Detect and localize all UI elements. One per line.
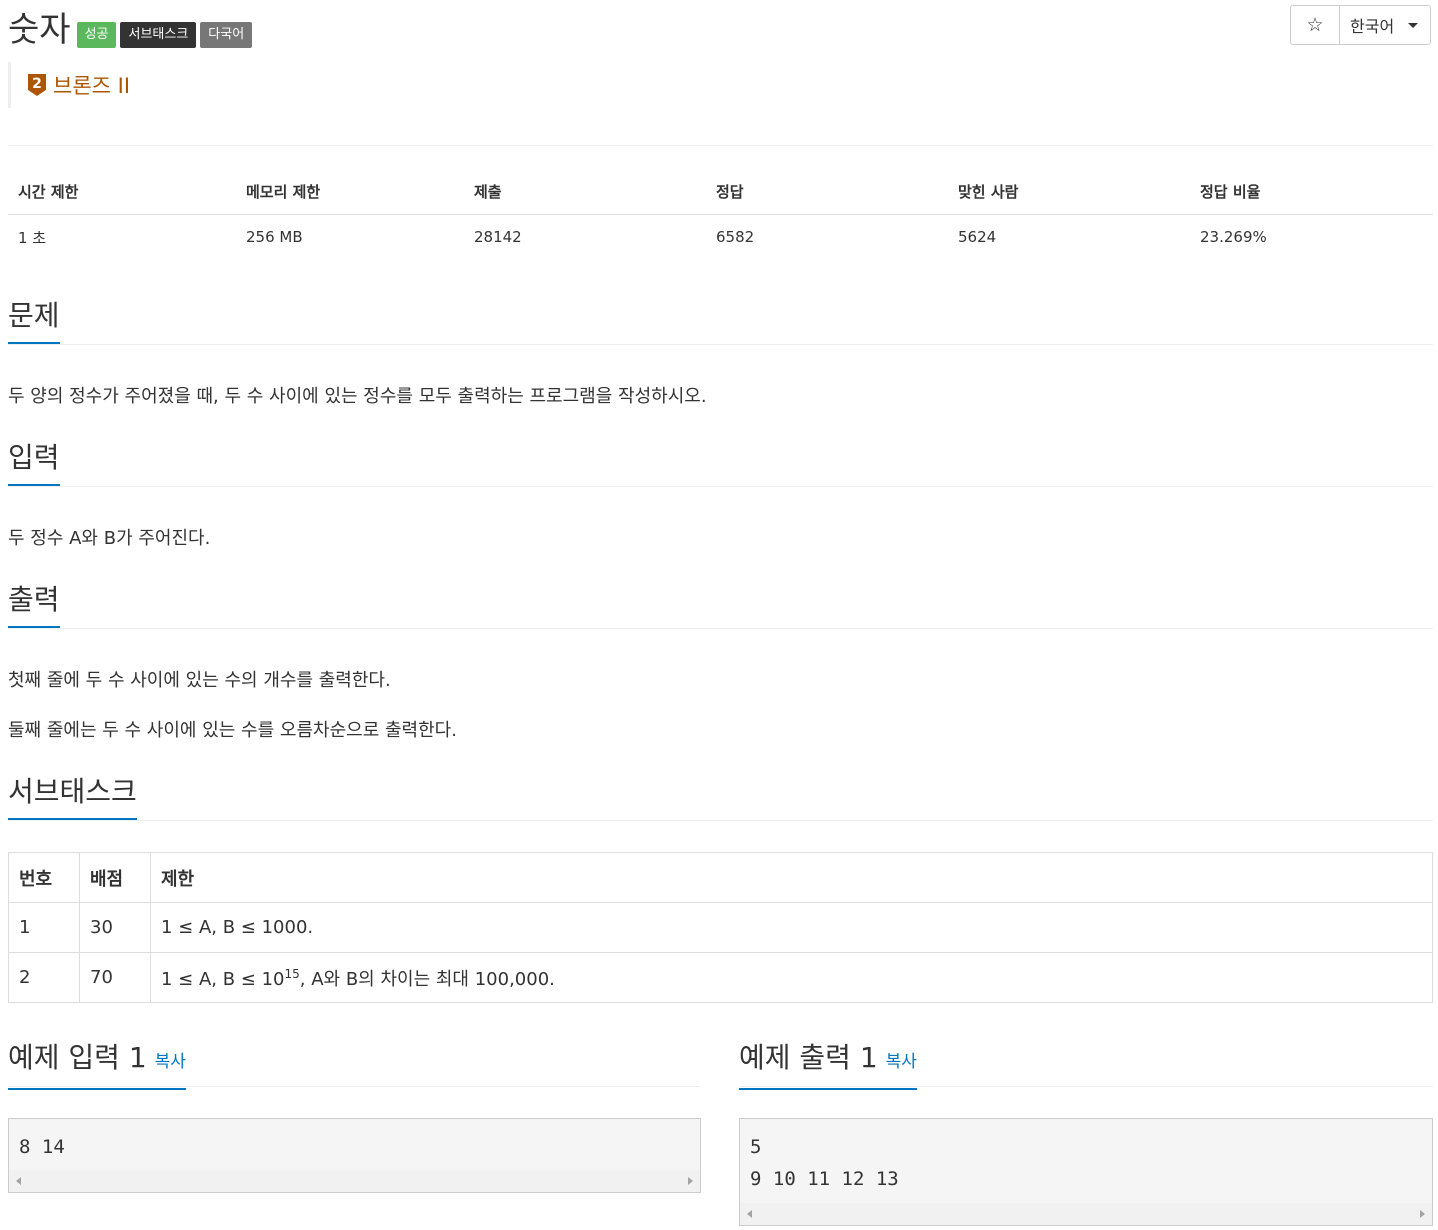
section-sample-input: 예제 입력 1 복사: [8, 1038, 700, 1090]
info-header-row: 시간 제한 메모리 제한 제출 정답 맞힌 사람 정답 비율: [8, 168, 1433, 215]
problem-title: 숫자: [8, 10, 71, 50]
language-dropdown[interactable]: 한국어: [1339, 5, 1431, 45]
svg-text:2: 2: [32, 76, 42, 92]
copy-sample-output-button[interactable]: 복사: [886, 1052, 917, 1072]
subtask-header-score: 배점: [79, 852, 151, 903]
section-headline: 예제 입력 1 복사: [8, 1038, 700, 1090]
copy-sample-input-button[interactable]: 복사: [155, 1052, 186, 1072]
info-accepted: 6582: [716, 228, 755, 246]
subtask-limit-pre: 1 ≤ A, B ≤ 10: [161, 968, 285, 990]
section-input-heading: 입력: [8, 438, 60, 486]
problem-info-table: 시간 제한 메모리 제한 제출 정답 맞힌 사람 정답 비율 1 초 256 M…: [8, 168, 1433, 259]
table-row: 2 70 1 ≤ A, B ≤ 1015, A와 B의 차이는 최대 100,0…: [8, 952, 1433, 1003]
info-memory-limit: 256 MB: [246, 228, 303, 246]
info-time-limit: 1 초: [18, 228, 47, 247]
info-submissions: 28142: [474, 228, 522, 246]
section-subtask: 서브태스크: [8, 772, 1433, 821]
sample-input-content: 8 14: [19, 1136, 65, 1158]
section-problem-heading: 문제: [8, 296, 60, 344]
label-subtask[interactable]: 서브태스크: [120, 22, 197, 48]
info-ratio: 23.269%: [1200, 228, 1267, 246]
section-subtask-heading: 서브태스크: [8, 772, 137, 820]
sample-input-heading: 예제 입력 1 복사: [8, 1038, 186, 1090]
problem-description: 두 양의 정수가 주어졌을 때, 두 수 사이에 있는 정수를 모두 출력하는 …: [8, 386, 707, 407]
title-row: 숫자 성공 서브태스크 다국어: [8, 2, 256, 52]
sample-input-title: 예제 입력 1: [8, 1041, 147, 1074]
scroll-left-icon[interactable]: [16, 1177, 21, 1185]
sample-output-content: 5 9 10 11 12 13: [750, 1136, 899, 1190]
section-headline: 문제: [8, 296, 1433, 345]
tier-text[interactable]: 브론즈 II: [53, 70, 130, 100]
section-input: 입력: [8, 438, 1433, 487]
sample-output-title: 예제 출력 1: [739, 1041, 878, 1074]
tier-box: 2 브론즈 II: [8, 62, 130, 108]
divider: [8, 145, 1433, 146]
scroll-right-icon[interactable]: [1420, 1210, 1425, 1218]
language-label: 한국어: [1350, 17, 1395, 36]
scroll-left-icon[interactable]: [747, 1210, 752, 1218]
subtask-limit-post: , A와 B의 차이는 최대 100,000.: [299, 968, 555, 990]
info-header-accepted: 정답: [706, 168, 948, 215]
sample-output-box[interactable]: 5 9 10 11 12 13: [739, 1118, 1433, 1226]
subtask-header-number: 번호: [8, 852, 80, 903]
bronze-tier-icon: 2: [28, 74, 46, 96]
section-headline: 출력: [8, 580, 1433, 629]
subtask-number: 2: [8, 952, 80, 1003]
star-icon: ☆: [1306, 14, 1324, 36]
info-solvers: 5624: [958, 228, 997, 246]
subtask-score: 70: [79, 952, 151, 1003]
scroll-right-icon[interactable]: [688, 1177, 693, 1185]
subtask-limit: 1 ≤ A, B ≤ 1015, A와 B의 차이는 최대 100,000.: [150, 952, 1433, 1003]
info-header-ratio: 정답 비율: [1190, 168, 1433, 215]
section-headline: 입력: [8, 438, 1433, 487]
output-description-line-2: 둘째 줄에는 두 수 사이에 있는 수를 오름차순으로 출력한다.: [8, 720, 457, 741]
section-headline: 서브태스크: [8, 772, 1433, 821]
subtask-limit: 1 ≤ A, B ≤ 1000.: [150, 902, 1433, 953]
subtask-score: 30: [79, 902, 151, 953]
label-multilang[interactable]: 다국어: [200, 22, 253, 48]
info-header-submissions: 제출: [464, 168, 706, 215]
section-sample-output: 예제 출력 1 복사: [739, 1038, 1433, 1090]
input-description: 두 정수 A와 B가 주어진다.: [8, 528, 211, 549]
subtask-limit-exponent: 15: [284, 966, 300, 981]
star-button[interactable]: ☆: [1290, 5, 1340, 45]
header-button-group: ☆ 한국어: [1290, 5, 1431, 45]
info-header-memory: 메모리 제한: [236, 168, 464, 215]
horizontal-scrollbar[interactable]: [740, 1203, 1432, 1225]
section-headline: 예제 출력 1 복사: [739, 1038, 1433, 1090]
subtask-header-row: 번호 배점 제한: [8, 852, 1433, 903]
caret-down-icon: [1408, 22, 1419, 28]
sample-output-heading: 예제 출력 1 복사: [739, 1038, 917, 1090]
table-row: 1 30 1 ≤ A, B ≤ 1000.: [8, 902, 1433, 953]
section-problem: 문제: [8, 296, 1433, 345]
output-description-line-1: 첫째 줄에 두 수 사이에 있는 수의 개수를 출력한다.: [8, 670, 391, 691]
subtask-header-limit: 제한: [150, 852, 1433, 903]
subtask-number: 1: [8, 902, 80, 953]
info-value-row: 1 초 256 MB 28142 6582 5624 23.269%: [8, 215, 1433, 260]
section-output-heading: 출력: [8, 580, 60, 628]
label-success[interactable]: 성공: [76, 22, 117, 48]
section-output: 출력: [8, 580, 1433, 629]
info-header-solvers: 맞힌 사람: [948, 168, 1190, 215]
sample-input-box[interactable]: 8 14: [8, 1118, 701, 1193]
info-header-time: 시간 제한: [8, 168, 236, 215]
horizontal-scrollbar[interactable]: [9, 1170, 700, 1192]
subtask-table: 번호 배점 제한 1 30 1 ≤ A, B ≤ 1000. 2 70 1 ≤ …: [8, 852, 1433, 1003]
